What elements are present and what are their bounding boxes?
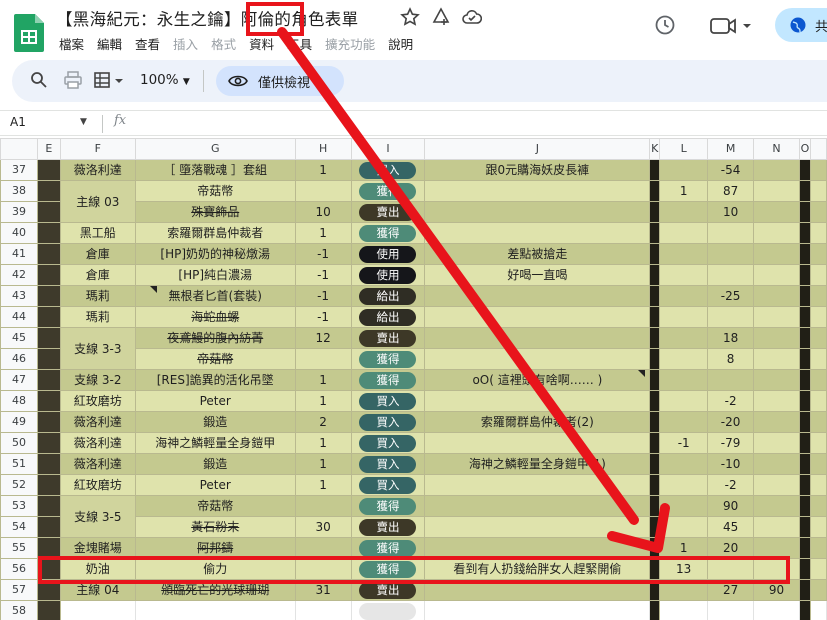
annotation-arrow [277, 27, 670, 553]
spreadsheet-app: { "doc": { "title": "【黑海紀元：永生之鑰】阿倫的角色表單"… [0, 0, 827, 620]
